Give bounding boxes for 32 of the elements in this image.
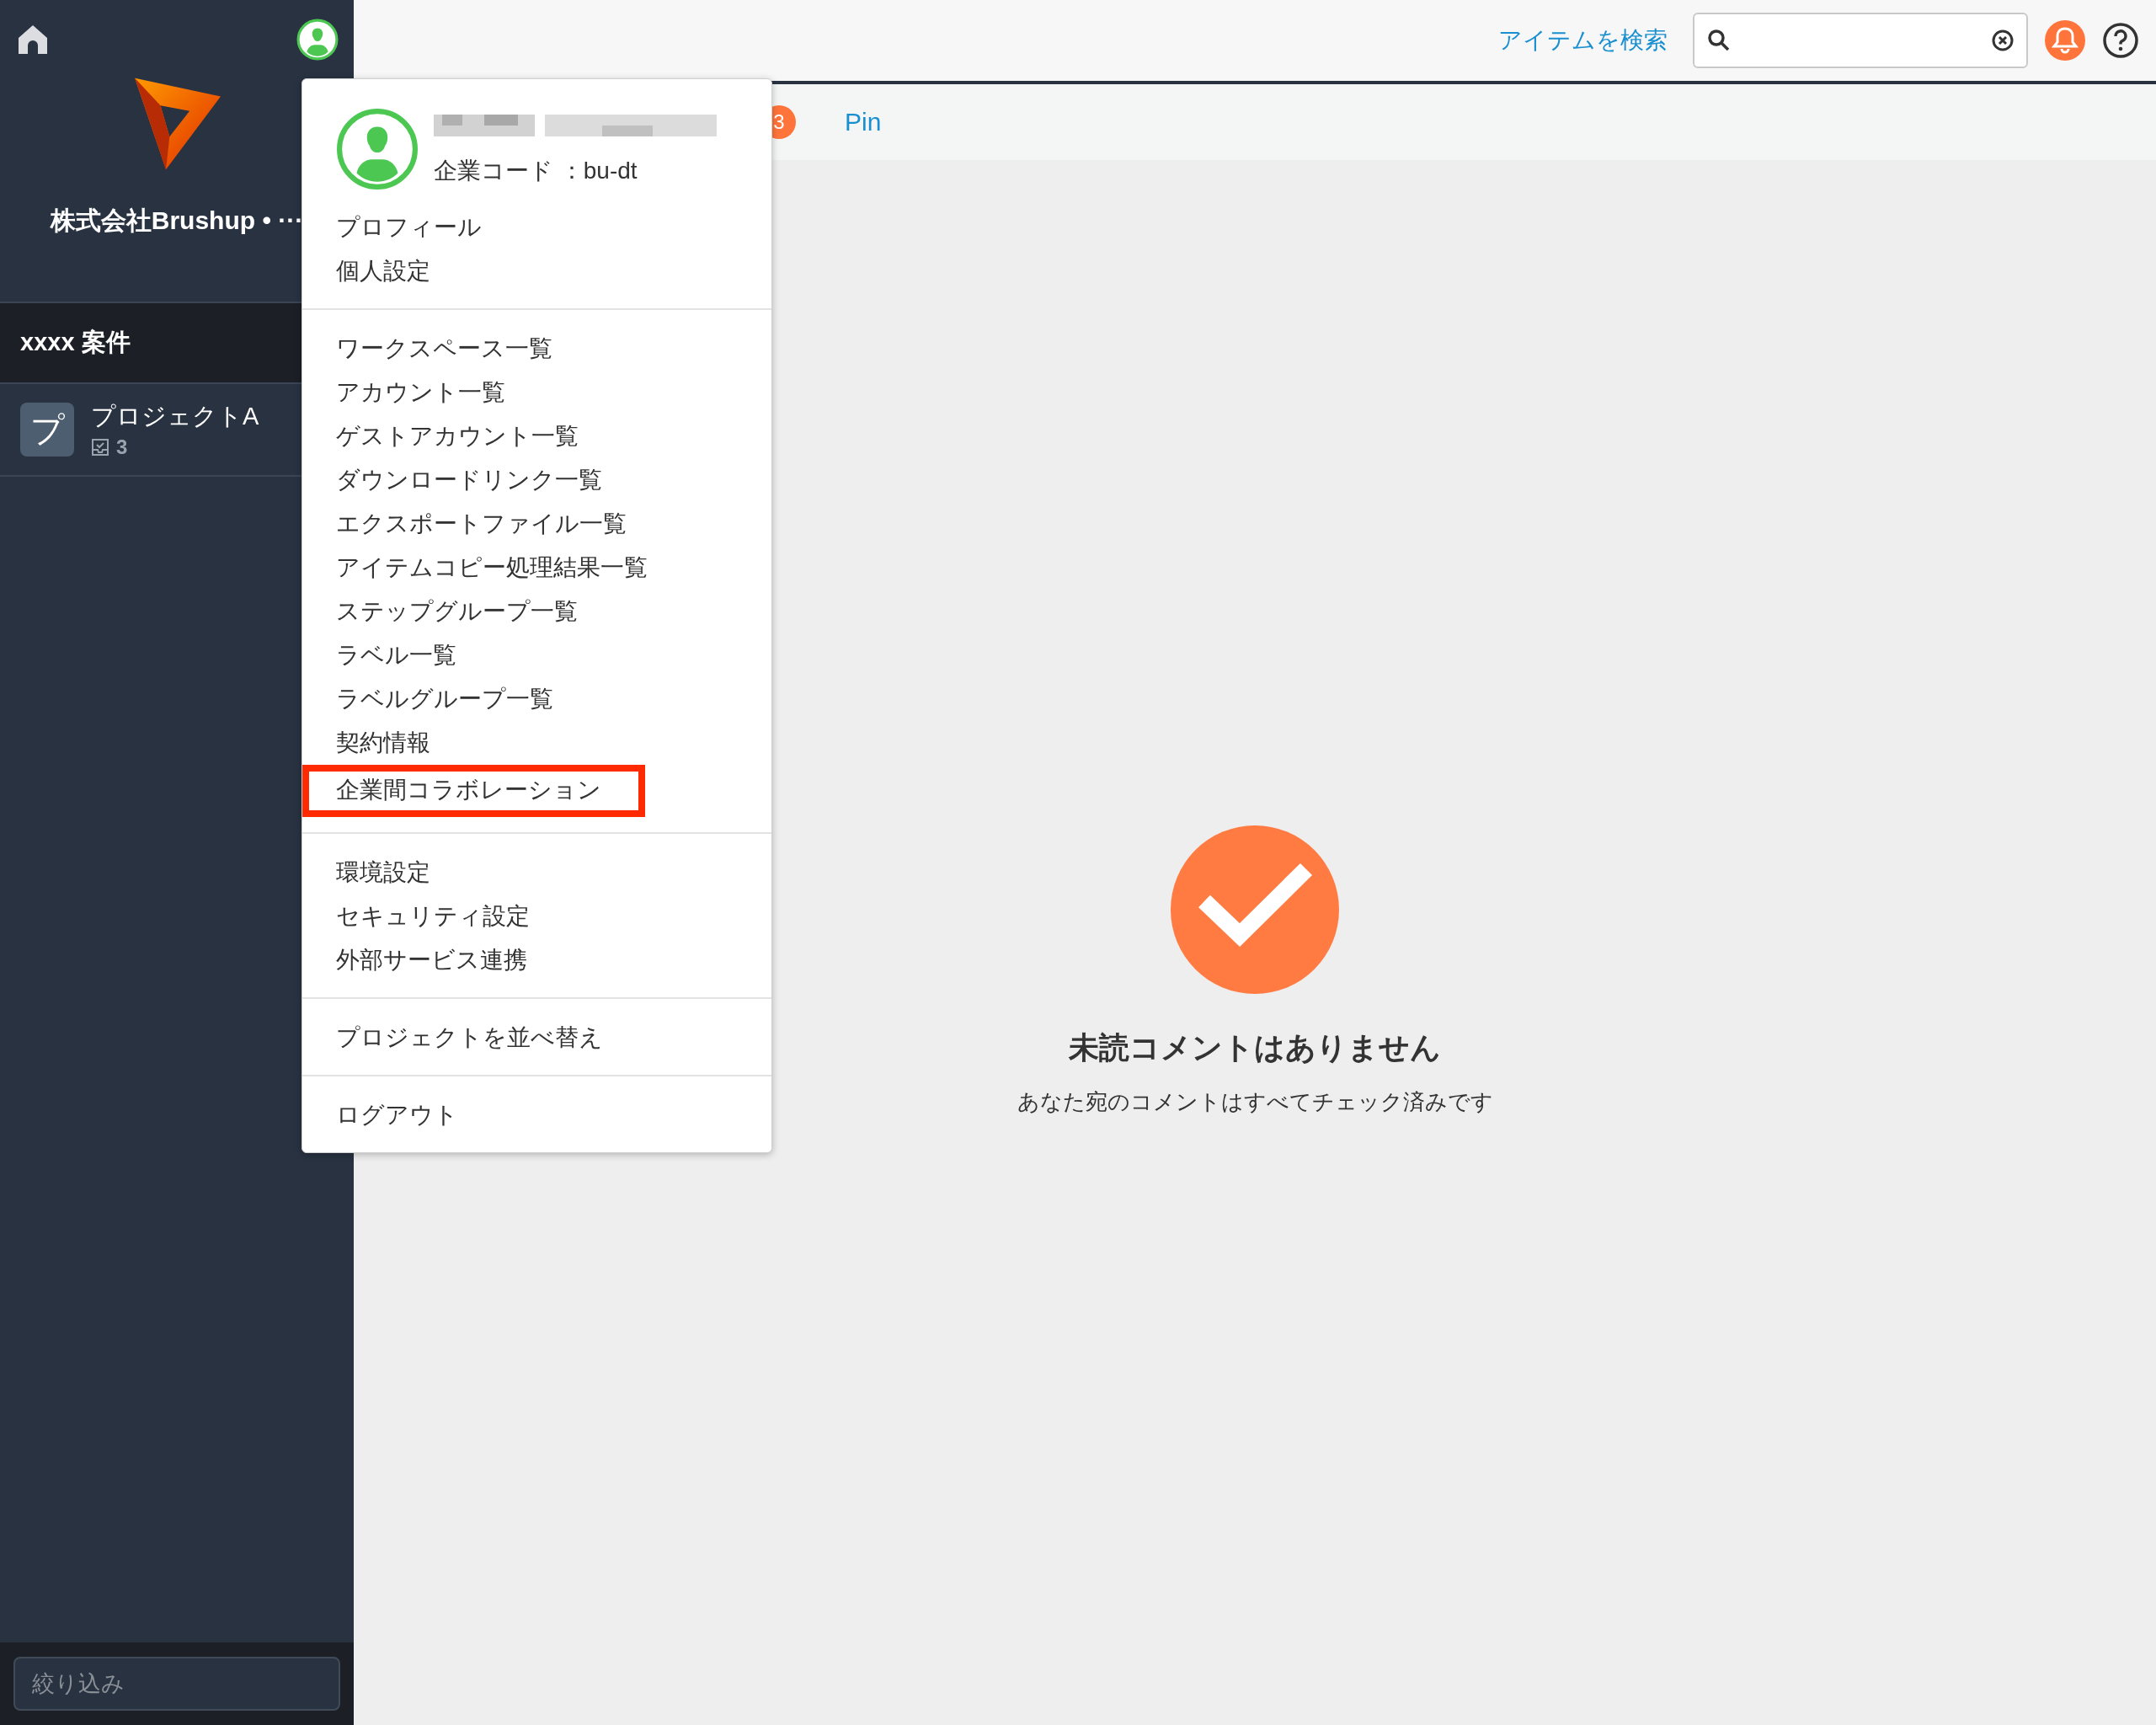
search-field[interactable] xyxy=(1693,13,2028,68)
menu-item[interactable]: エクスポートファイル一覧 xyxy=(302,502,771,546)
menu-item[interactable]: 企業間コラボレーション xyxy=(302,765,645,817)
search-icon xyxy=(1706,28,1732,53)
home-icon[interactable] xyxy=(17,24,49,56)
menu-item[interactable]: セキュリティ設定 xyxy=(302,895,771,938)
filter-field[interactable]: 絞り込み xyxy=(13,1657,340,1711)
menu-item[interactable]: ラベルグループ一覧 xyxy=(302,677,771,721)
empty-title: 未読コメントはありません xyxy=(1069,1029,1441,1066)
avatar-icon[interactable] xyxy=(296,19,339,61)
menu-item[interactable]: ラベル一覧 xyxy=(302,633,771,677)
inbox-check-icon xyxy=(91,438,109,457)
check-circle-icon xyxy=(1171,825,1339,994)
menu-item[interactable]: 個人設定 xyxy=(302,249,771,293)
menu-item[interactable]: アイテムコピー処理結果一覧 xyxy=(302,546,771,590)
help-icon[interactable] xyxy=(2102,22,2139,59)
menu-item[interactable]: プロジェクトを並べ替え xyxy=(302,1016,771,1060)
user-avatar-icon xyxy=(336,108,419,190)
task-count: 3 xyxy=(116,435,128,459)
menu-item[interactable]: 外部サービス連携 xyxy=(302,938,771,982)
project-name: プロジェクトA xyxy=(91,402,259,431)
clear-icon[interactable] xyxy=(1991,29,2015,52)
company-code: 企業コード ：bu-dt xyxy=(434,157,638,185)
company-name[interactable]: 株式会社Brushup • ··· xyxy=(50,204,304,238)
menu-item[interactable]: プロフィール xyxy=(302,206,771,249)
project-avatar: プ xyxy=(20,403,74,457)
menu-item[interactable]: 契約情報 xyxy=(302,721,771,765)
menu-item[interactable]: ログアウト xyxy=(302,1093,771,1137)
bell-icon[interactable] xyxy=(2045,20,2085,61)
menu-item[interactable]: 環境設定 xyxy=(302,851,771,895)
menu-item[interactable]: ステップグループ一覧 xyxy=(302,590,771,633)
empty-message: あなた宛のコメントはすべてチェック済みです xyxy=(1017,1088,1493,1116)
